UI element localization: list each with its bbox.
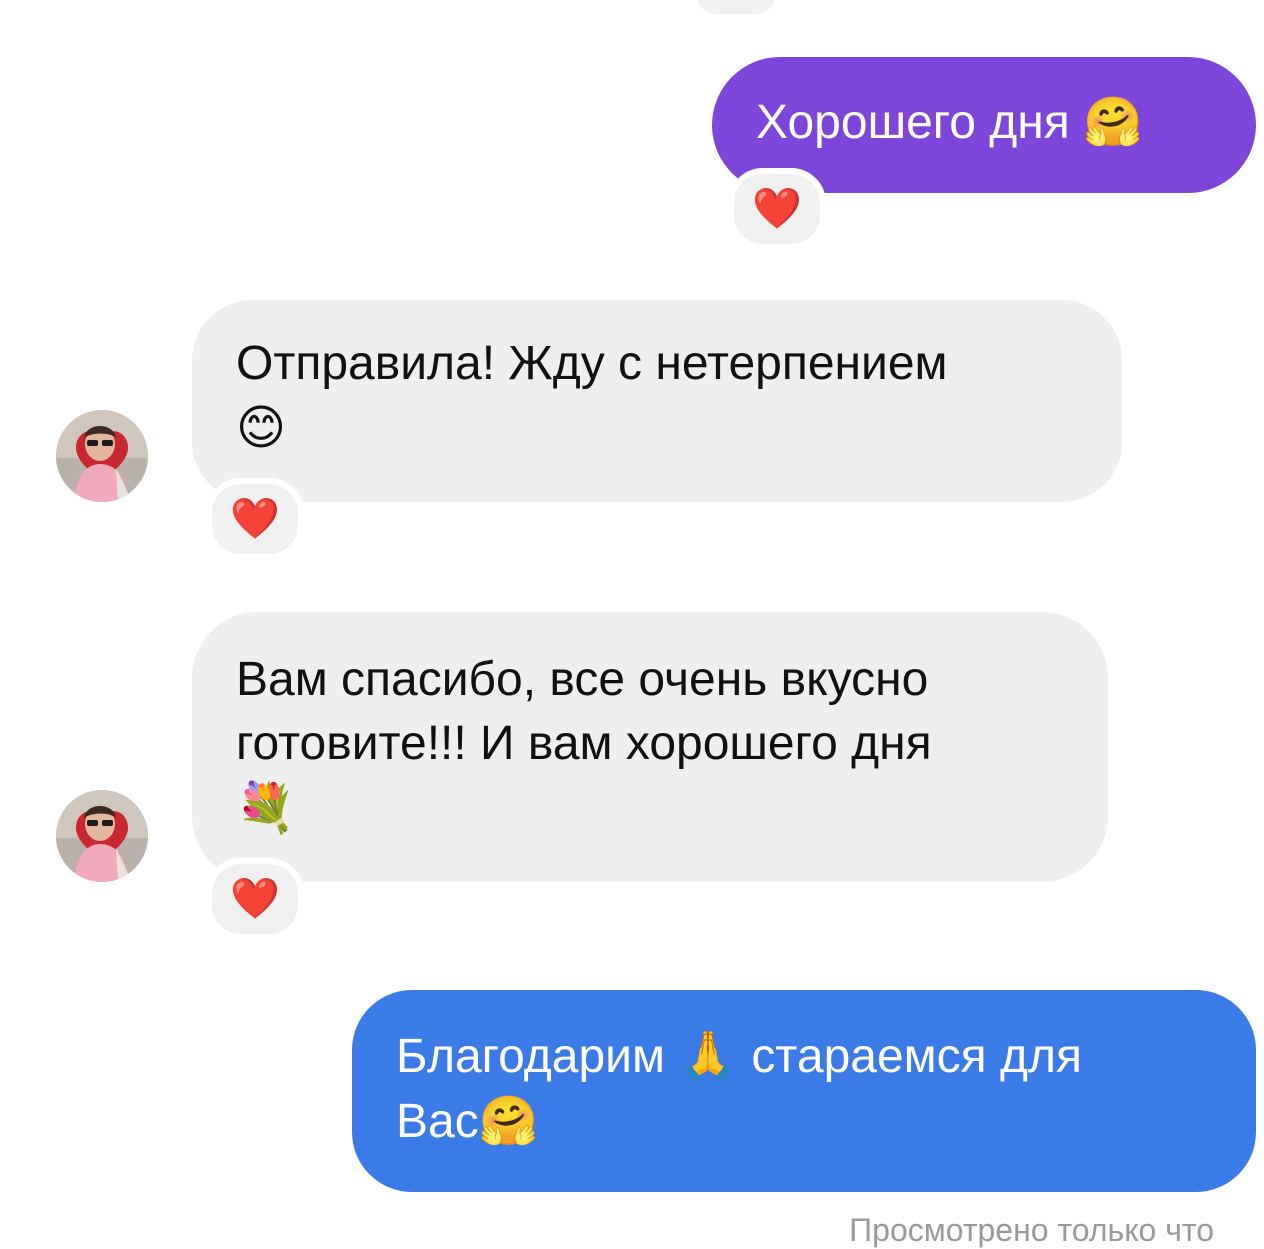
message-text: Благодарим [396, 1030, 665, 1083]
reaction-badge[interactable]: ❤️ [728, 168, 826, 250]
message-text: стараемся для [751, 1030, 1082, 1083]
smiling-face-emoji: 😊 [236, 400, 287, 456]
hugging-face-emoji: 🤗 [478, 1093, 539, 1149]
outgoing-message-bubble[interactable]: Благодарим 🙏 стараемся для Вас🤗 [352, 990, 1256, 1192]
avatar-photo-icon [56, 790, 148, 882]
avatar[interactable] [56, 410, 148, 502]
avatar[interactable] [56, 790, 148, 882]
avatar-photo-icon [56, 410, 148, 502]
heart-icon: ❤️ [230, 876, 280, 922]
message-text: Вас [396, 1095, 479, 1148]
seen-status: Просмотрено только что [849, 1212, 1214, 1248]
heart-icon: ❤️ [230, 496, 280, 542]
reaction-badge[interactable]: ❤️ [206, 858, 304, 940]
reaction-badge[interactable]: ❤️ [206, 478, 304, 560]
folded-hands-emoji: 🙏 [678, 1028, 739, 1084]
hugging-face-emoji: 🤗 [1083, 94, 1143, 150]
message-text: Отправила! Жду с нетерпением [236, 337, 948, 390]
message-text: Хорошего дня [756, 96, 1070, 149]
heart-icon: ❤️ [752, 186, 802, 232]
message-text-line-2: готовите!!! И вам хорошего дня [236, 717, 932, 770]
previous-reaction-badge[interactable] [690, 0, 782, 20]
message-text-line-1: Вам спасибо, все очень вкусно [236, 653, 929, 706]
incoming-message-bubble[interactable]: Отправила! Жду с нетерпением 😊 [192, 300, 1122, 502]
incoming-message-bubble[interactable]: Вам спасибо, все очень вкусно готовите!!… [192, 612, 1108, 882]
bouquet-emoji: 💐 [236, 780, 296, 836]
